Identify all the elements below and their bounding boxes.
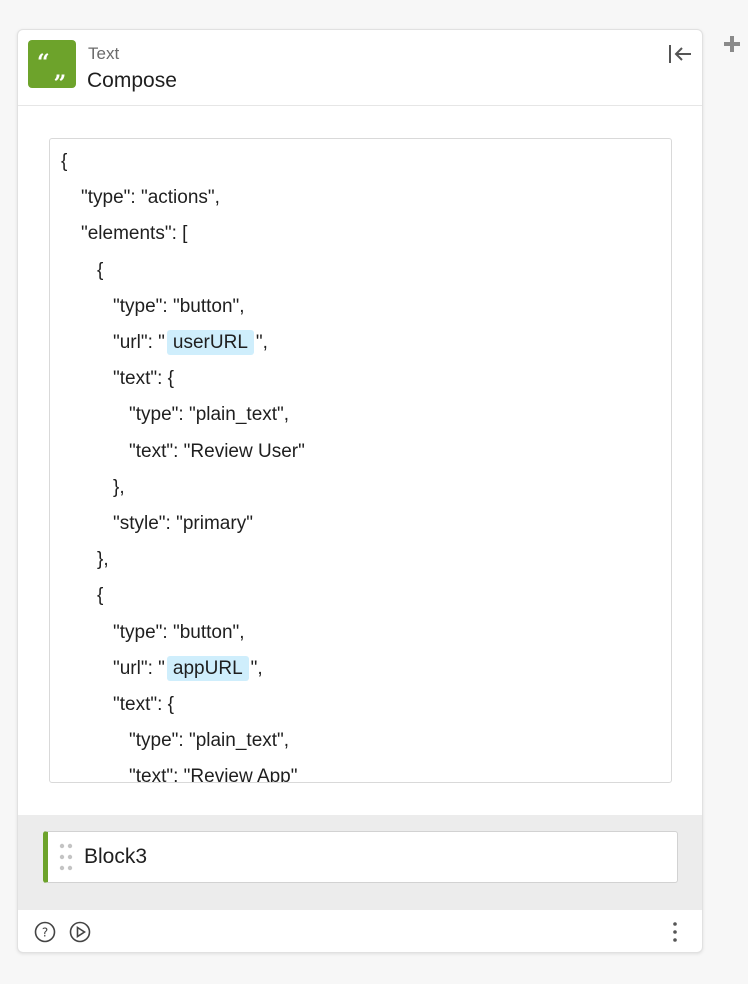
code-text: }, <box>113 476 125 498</box>
help-circle-icon[interactable]: ? <box>34 921 56 943</box>
code-text: { <box>97 259 104 281</box>
step-card: “ „ Text Compose { "type": "actions", "ele… <box>17 29 703 953</box>
code-line: "text": "Review User" <box>129 437 305 467</box>
quote-icon: “ „ <box>28 40 76 88</box>
code-line: "text": "Review App" <box>129 762 298 783</box>
code-line: "type": "button", <box>113 618 245 648</box>
code-line: "type": "plain_text", <box>129 400 289 430</box>
code-text: ", <box>250 657 263 679</box>
block-label: Block3 <box>84 845 148 868</box>
code-line: "url": " appURL ", <box>113 654 263 684</box>
code-line: }, <box>97 545 109 575</box>
code-line: { <box>97 256 103 286</box>
variable-pill[interactable]: appURL <box>166 655 249 681</box>
code-text: "style": "primary" <box>113 513 253 534</box>
code-text: "url": " <box>113 657 165 679</box>
play-circle-icon[interactable] <box>69 921 91 943</box>
svg-text:?: ? <box>42 926 48 940</box>
code-line: }, <box>113 473 125 503</box>
code-text: "url": " <box>113 332 165 353</box>
code-line: "type": "plain_text", <box>129 726 289 756</box>
code-line: "elements": [ <box>81 219 187 249</box>
code-line: { <box>61 147 67 177</box>
svg-text:“: “ <box>37 50 50 76</box>
code-text: "type": "actions", <box>81 187 220 209</box>
svg-text:„: „ <box>54 58 67 84</box>
code-text: "type": "plain_text", <box>129 404 290 426</box>
more-vertical-icon[interactable] <box>668 920 682 944</box>
code-line: "type": "actions", <box>81 183 220 213</box>
step-header: “ „ Text Compose <box>18 30 702 106</box>
plus-icon[interactable] <box>722 34 742 54</box>
code-text: { <box>97 585 104 607</box>
app-type-label: Text <box>88 44 120 63</box>
action-title: Compose <box>87 69 177 92</box>
code-editor[interactable]: { "type": "actions", "elements": [ { "type":… <box>49 138 672 783</box>
code-text: { <box>61 151 68 172</box>
code-line: { <box>97 581 103 611</box>
code-line: "style": "primary" <box>113 509 253 539</box>
code-text: "text": "Review App" <box>129 766 298 783</box>
drag-handle-icon[interactable] <box>59 843 73 871</box>
code-text: "elements": [ <box>81 223 188 245</box>
code-text: "text": "Review User" <box>129 440 305 462</box>
code-text: ", <box>255 332 268 353</box>
code-line: "text": { <box>113 690 174 720</box>
code-text: "type": "button", <box>113 295 245 317</box>
code-text: }, <box>97 549 109 571</box>
code-line: "url": " userURL ", <box>113 328 268 358</box>
block-area: Block3 <box>18 815 702 910</box>
code-text: "text": { <box>113 368 175 390</box>
code-text: "type": "plain_text", <box>129 730 290 752</box>
code-line: "text": { <box>113 364 174 394</box>
block-item[interactable]: Block3 <box>43 831 678 883</box>
code-text: "text": { <box>113 694 175 715</box>
collapse-left-icon[interactable] <box>666 42 694 66</box>
card-footer: ? <box>18 910 702 952</box>
code-text: "type": "button", <box>113 621 245 643</box>
code-line: "type": "button", <box>113 292 245 322</box>
variable-pill[interactable]: userURL <box>166 330 254 355</box>
